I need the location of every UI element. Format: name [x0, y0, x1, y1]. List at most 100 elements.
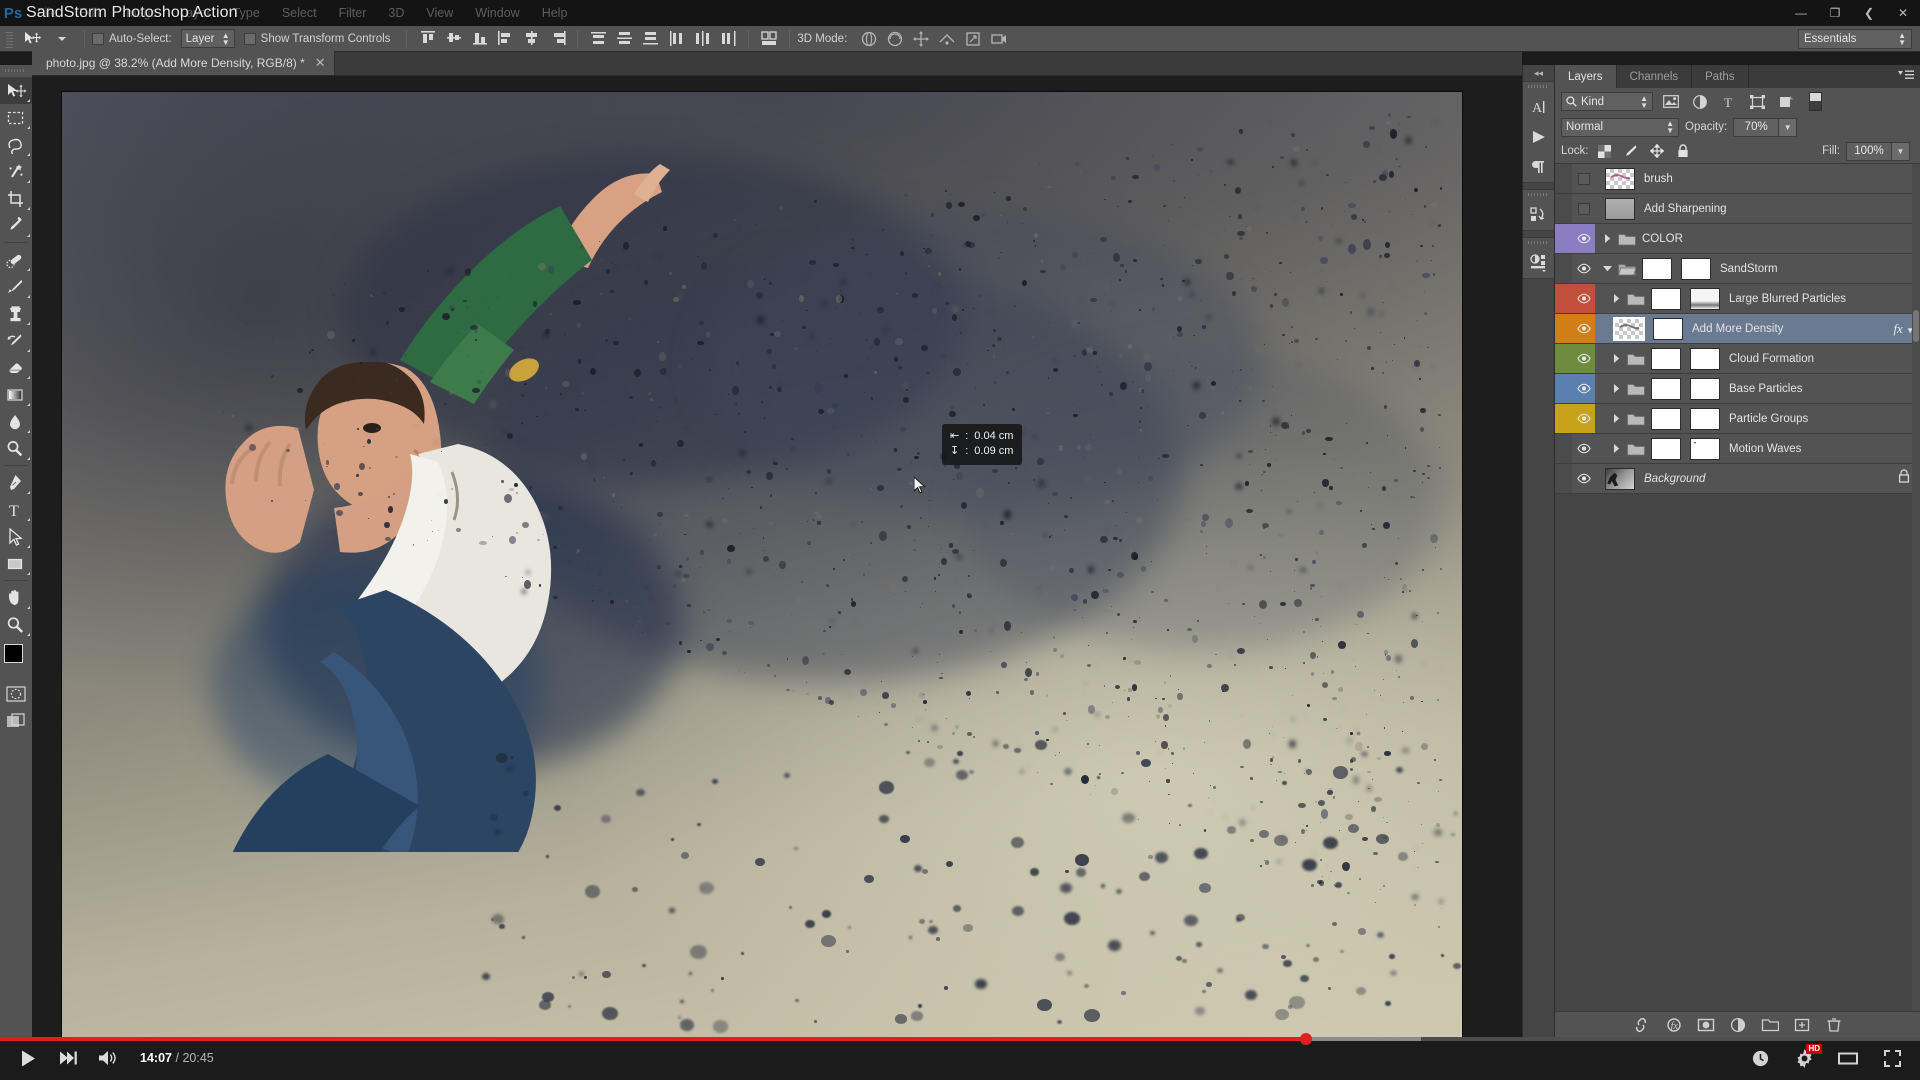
new-group-icon[interactable]: [1761, 1016, 1779, 1034]
filter-smartobject-icon[interactable]: [1775, 92, 1798, 111]
filter-adjustment-icon[interactable]: [1688, 92, 1711, 111]
visibility-icon[interactable]: [1576, 383, 1591, 394]
zoom-tool[interactable]: [0, 611, 32, 638]
layer-color-label[interactable]: [1555, 464, 1572, 493]
layer-name[interactable]: SandStorm: [1720, 263, 1778, 275]
layer-row[interactable]: SandStorm: [1555, 254, 1920, 284]
history-panel-icon[interactable]: [1523, 200, 1555, 230]
layer-visibility-toggle[interactable]: [1572, 374, 1595, 403]
chevron-right-icon[interactable]: [1609, 354, 1623, 363]
camera-3d-icon[interactable]: [986, 28, 1012, 50]
volume-button[interactable]: [90, 1043, 126, 1073]
menu-help[interactable]: Help: [531, 0, 579, 26]
layer-filter-kind-dropdown[interactable]: Kind ▲ ▼: [1561, 92, 1653, 111]
lock-position-icon[interactable]: [1647, 141, 1667, 161]
lock-image-pixels-icon[interactable]: [1621, 141, 1641, 161]
visibility-icon[interactable]: [1576, 323, 1591, 334]
share-button[interactable]: ❮: [1852, 0, 1886, 26]
panel-tab-layers[interactable]: Layers: [1555, 65, 1617, 88]
delete-layer-icon[interactable]: [1825, 1016, 1843, 1034]
layer-style-icon[interactable]: fx: [1665, 1016, 1683, 1034]
restore-button[interactable]: ❐: [1818, 0, 1852, 26]
dock-group-grip[interactable]: [1523, 238, 1554, 248]
scale-3d-icon[interactable]: [960, 28, 986, 50]
color-swatches[interactable]: [0, 642, 32, 680]
layer-visibility-toggle[interactable]: [1572, 284, 1595, 313]
layers-scrollbar-thumb[interactable]: [1913, 310, 1919, 342]
layer-mask-thumbnail[interactable]: [1681, 257, 1711, 280]
layer-mask-thumbnail[interactable]: [1690, 287, 1720, 310]
quick-mask-mode-icon[interactable]: [0, 680, 32, 707]
character-panel-icon[interactable]: A: [1523, 92, 1555, 122]
panel-tab-channels[interactable]: Channels: [1617, 65, 1693, 88]
distribute-bottom-edges-icon[interactable]: [637, 28, 663, 50]
magic-wand-tool[interactable]: [0, 158, 32, 185]
dodge-tool[interactable]: [0, 435, 32, 462]
chevron-right-icon[interactable]: [1609, 384, 1623, 393]
opacity-slider-button[interactable]: ▼: [1779, 117, 1798, 137]
layer-thumbnail[interactable]: [1613, 316, 1645, 341]
next-video-button[interactable]: [50, 1043, 86, 1073]
layer-row[interactable]: Base Particles: [1555, 374, 1920, 404]
drag-3d-icon[interactable]: [908, 28, 934, 50]
layer-name[interactable]: Motion Waves: [1729, 443, 1801, 455]
menu-view[interactable]: View: [415, 0, 464, 26]
layer-thumbnail[interactable]: [1642, 257, 1672, 280]
layer-row[interactable]: Add Sharpening: [1555, 194, 1920, 224]
chevron-right-icon[interactable]: [1600, 234, 1614, 243]
layer-name[interactable]: Particle Groups: [1729, 413, 1808, 425]
dock-group-grip[interactable]: [1523, 82, 1554, 92]
layer-visibility-toggle[interactable]: [1572, 194, 1595, 223]
layer-visibility-toggle[interactable]: [1572, 314, 1595, 343]
close-icon[interactable]: ✕: [315, 55, 326, 71]
layer-row[interactable]: Particle Groups: [1555, 404, 1920, 434]
visibility-icon[interactable]: [1576, 263, 1591, 274]
align-left-edges-icon[interactable]: [492, 28, 518, 50]
filter-enable-toggle[interactable]: [1809, 92, 1822, 111]
tool-preset-dropdown[interactable]: [47, 28, 77, 50]
align-horizontal-centers-icon[interactable]: [518, 28, 544, 50]
layer-mask-icon[interactable]: [1697, 1016, 1715, 1034]
align-bottom-edges-icon[interactable]: [466, 28, 492, 50]
play-button[interactable]: [10, 1043, 46, 1073]
options-bar-grip[interactable]: [4, 29, 13, 48]
layer-color-label[interactable]: [1555, 224, 1572, 253]
dock-group-grip[interactable]: [1523, 190, 1554, 200]
blend-mode-dropdown[interactable]: Normal ▲ ▼: [1561, 117, 1679, 137]
video-progress-handle[interactable]: [1299, 1033, 1312, 1045]
layer-row[interactable]: Cloud Formation: [1555, 344, 1920, 374]
link-layers-icon[interactable]: [1633, 1016, 1651, 1034]
layer-color-label[interactable]: [1555, 314, 1572, 343]
layer-name[interactable]: Cloud Formation: [1729, 353, 1814, 365]
foreground-color-swatch[interactable]: [4, 644, 23, 663]
chevron-right-icon[interactable]: [1609, 414, 1623, 423]
layer-visibility-toggle[interactable]: [1572, 344, 1595, 373]
opacity-value[interactable]: 70%: [1733, 117, 1780, 137]
layer-thumbnail[interactable]: [1651, 437, 1681, 460]
adjustment-layer-icon[interactable]: [1729, 1016, 1747, 1034]
history-brush-tool[interactable]: [0, 327, 32, 354]
lock-all-icon[interactable]: [1673, 141, 1693, 161]
layer-thumbnail[interactable]: [1651, 377, 1681, 400]
document-tab[interactable]: photo.jpg @ 38.2% (Add More Density, RGB…: [32, 51, 335, 75]
layer-thumbnail[interactable]: [1605, 467, 1635, 490]
panel-menu-icon[interactable]: [1898, 70, 1914, 83]
layer-visibility-toggle[interactable]: [1572, 434, 1595, 463]
layer-visibility-toggle[interactable]: [1572, 224, 1595, 253]
visibility-icon[interactable]: [1576, 443, 1591, 454]
layers-scrollbar[interactable]: [1912, 164, 1920, 1011]
layer-name[interactable]: Add More Density: [1692, 323, 1783, 335]
fullscreen-button[interactable]: [1874, 1043, 1910, 1073]
screen-mode-icon[interactable]: [0, 707, 32, 734]
layer-mask-thumbnail[interactable]: [1653, 317, 1683, 340]
filter-pixel-icon[interactable]: [1659, 92, 1682, 111]
distribute-vertical-centers-icon[interactable]: [611, 28, 637, 50]
auto-align-layers-icon[interactable]: [756, 28, 782, 50]
visibility-icon[interactable]: [1576, 233, 1591, 244]
distribute-top-edges-icon[interactable]: [585, 28, 611, 50]
layer-name[interactable]: Large Blurred Particles: [1729, 293, 1846, 305]
close-button[interactable]: ✕: [1886, 0, 1920, 26]
auto-select-checkbox[interactable]: [92, 32, 104, 45]
distribute-horizontal-centers-icon[interactable]: [689, 28, 715, 50]
rectangle-shape-tool[interactable]: [0, 550, 32, 577]
